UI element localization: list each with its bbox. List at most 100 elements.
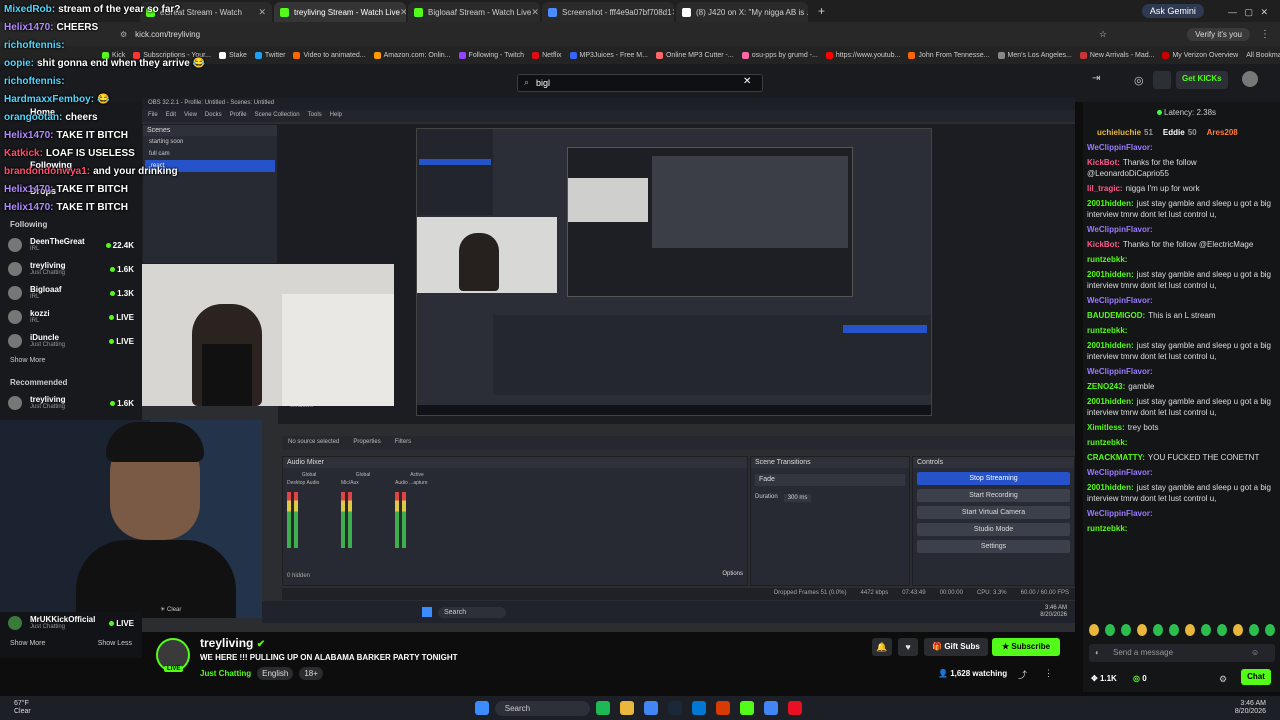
- window-controls[interactable]: — ▢ ✕: [1228, 7, 1268, 18]
- windows-start-icon[interactable]: [474, 701, 489, 715]
- kick-icon[interactable]: [740, 701, 755, 715]
- bookmark-item[interactable]: New Arrivals - Mad...: [1079, 51, 1154, 59]
- profile-chip[interactable]: Verify it's you: [1187, 27, 1250, 41]
- sidebar-channel[interactable]: treyliving Just Chatting 1.6K: [0, 391, 142, 415]
- streamer-name[interactable]: treyliving ✔: [200, 636, 265, 650]
- chat-username[interactable]: runtzebkk:: [1087, 438, 1127, 447]
- bookmark-item[interactable]: Following - Twitch: [458, 51, 524, 59]
- chrome-icon[interactable]: [644, 701, 659, 715]
- emote-icon[interactable]: [1169, 624, 1179, 636]
- chat-username[interactable]: ZENO243:: [1087, 382, 1125, 391]
- stop-streaming-button[interactable]: Stop Streaming: [917, 472, 1070, 485]
- settings-button[interactable]: Settings: [917, 540, 1070, 553]
- bookmark-item[interactable]: Online MP3 Cutter -...: [655, 51, 734, 59]
- chat-username[interactable]: 2001hidden:: [1087, 397, 1134, 406]
- chat-username[interactable]: WeClippinFlavor:: [1087, 296, 1153, 305]
- show-more-link[interactable]: Show More: [0, 353, 142, 374]
- browser-tab[interactable]: (8) J420 on X: "My nigga AB is ...✕: [676, 2, 808, 22]
- chat-username[interactable]: 2001hidden:: [1087, 483, 1134, 492]
- emote-icon[interactable]: [1233, 624, 1243, 636]
- steam-icon[interactable]: [668, 701, 683, 715]
- search-input[interactable]: bigl: [517, 74, 763, 92]
- emote-icon[interactable]: [1201, 624, 1211, 636]
- app-icon[interactable]: [788, 701, 803, 715]
- new-tab-icon[interactable]: +: [818, 4, 825, 18]
- obs-menu-item[interactable]: Tools: [308, 112, 322, 120]
- filters-button[interactable]: Filters: [395, 439, 411, 447]
- emoji-icon[interactable]: ☺: [1251, 648, 1259, 657]
- chat-username[interactable]: runtzebkk:: [1087, 255, 1127, 264]
- show-less-link[interactable]: Show Less: [98, 640, 132, 647]
- chat-username[interactable]: WeClippinFlavor:: [1087, 143, 1153, 152]
- get-kicks-button[interactable]: Get KICKs: [1176, 71, 1228, 89]
- points-counter[interactable]: ◎ 0: [1133, 674, 1147, 683]
- top-gifter[interactable]: Eddie 50: [1163, 128, 1197, 137]
- bookmark-item[interactable]: My Verizon Overview: [1162, 51, 1238, 59]
- start-virtual-camera-button[interactable]: Start Virtual Camera: [917, 506, 1070, 519]
- emote-icon[interactable]: [1089, 624, 1099, 636]
- collapse-chat-icon[interactable]: ⇥: [1092, 73, 1100, 84]
- subscribe-button[interactable]: ★ Subscribe: [992, 638, 1060, 656]
- emote-icon[interactable]: [1185, 624, 1195, 636]
- spotify-icon[interactable]: [596, 701, 611, 715]
- sidebar-channel[interactable]: iDuncle Just Chatting LIVE: [0, 329, 142, 353]
- chat-username[interactable]: WeClippinFlavor:: [1087, 225, 1153, 234]
- tag-18plus[interactable]: 18+: [299, 667, 323, 680]
- chat-username[interactable]: WeClippinFlavor:: [1087, 367, 1153, 376]
- emote-icon[interactable]: [1105, 624, 1115, 636]
- emote-icon[interactable]: [1137, 624, 1147, 636]
- bookmark-item[interactable]: Amazon.com: Onlin...: [373, 51, 451, 59]
- sidebar-channel[interactable]: Bigloaaf IRL 1.3K: [0, 281, 142, 305]
- follow-heart-icon[interactable]: ♥: [898, 638, 918, 656]
- chat-username[interactable]: BAUDEMIGOD:: [1087, 311, 1145, 320]
- chat-send-button[interactable]: Chat: [1241, 669, 1271, 685]
- weather-widget[interactable]: 67°F Clear: [14, 700, 31, 716]
- start-recording-button[interactable]: Start Recording: [917, 489, 1070, 502]
- browser-tab-active[interactable]: treyliving Stream - Watch Live ✕: [274, 2, 406, 22]
- emote-icon[interactable]: [1217, 624, 1227, 636]
- chat-username[interactable]: runtzebkk:: [1087, 524, 1127, 533]
- taskbar-search[interactable]: Search: [494, 700, 591, 716]
- clock[interactable]: 3:46 AM 8/20/2026: [1235, 700, 1266, 716]
- bookmark-item[interactable]: Netflix: [532, 51, 562, 59]
- kicks-counter[interactable]: ✥ 1.1K: [1091, 674, 1117, 683]
- chat-username[interactable]: KickBot:: [1087, 158, 1120, 167]
- chat-username[interactable]: lil_tragic:: [1087, 184, 1123, 193]
- sidebar-channel[interactable]: kozzi IRL LIVE: [0, 305, 142, 329]
- obs-menu-item[interactable]: Help: [330, 112, 342, 120]
- channel-name[interactable]: MrUKKickOfficial: [30, 615, 95, 624]
- tag-english[interactable]: English: [257, 667, 294, 680]
- bookmark-item[interactable]: MP3Juices - Free M...: [569, 51, 648, 59]
- bookmark-item[interactable]: osu-pps by grumd -...: [741, 51, 818, 59]
- menu-icon[interactable]: ⋮: [1260, 29, 1270, 40]
- emote-icon[interactable]: [1265, 624, 1275, 636]
- bookmark-item[interactable]: Men's Los Angeles...: [997, 51, 1072, 59]
- browser-tab[interactable]: Bigloaaf Stream - Watch Live ✕: [408, 2, 540, 22]
- options-button[interactable]: Options: [722, 571, 743, 577]
- close-tab-icon[interactable]: ✕: [531, 7, 539, 18]
- user-avatar[interactable]: [1242, 71, 1258, 87]
- chat-settings-icon[interactable]: ⚙: [1219, 674, 1227, 685]
- close-tab-icon[interactable]: ✕: [400, 7, 406, 18]
- show-more-link[interactable]: Show More: [10, 640, 45, 647]
- chat-username[interactable]: 2001hidden:: [1087, 270, 1134, 279]
- emote-icon[interactable]: [1121, 624, 1131, 636]
- more-options-icon[interactable]: ⋮: [1044, 668, 1053, 679]
- properties-button[interactable]: Properties: [353, 439, 380, 447]
- duration-input[interactable]: 300 ms: [783, 494, 812, 502]
- close-tab-icon[interactable]: ✕: [672, 7, 674, 18]
- category-link[interactable]: Just Chatting: [200, 667, 251, 680]
- notification-bell-icon[interactable]: 🔔: [872, 638, 892, 656]
- ask-gemini-button[interactable]: Ask Gemini: [1141, 4, 1204, 18]
- browser-tab[interactable]: Screenshot - fff4e9a07bf708d1✕: [542, 2, 674, 22]
- chat-username[interactable]: 2001hidden:: [1087, 199, 1134, 208]
- studio-mode-button[interactable]: Studio Mode: [917, 523, 1070, 536]
- share-icon[interactable]: ⤴: [1018, 668, 1027, 681]
- chrome-2-icon[interactable]: [764, 701, 779, 715]
- top-gifter[interactable]: Ares208: [1207, 128, 1241, 137]
- bookmark-item[interactable]: John From Tennesse...: [908, 51, 990, 59]
- library-icon[interactable]: [1153, 71, 1171, 89]
- file-explorer-icon[interactable]: [620, 701, 635, 715]
- star-icon[interactable]: ☆: [1099, 29, 1107, 40]
- top-gifter[interactable]: uchieluchie 51: [1097, 128, 1153, 137]
